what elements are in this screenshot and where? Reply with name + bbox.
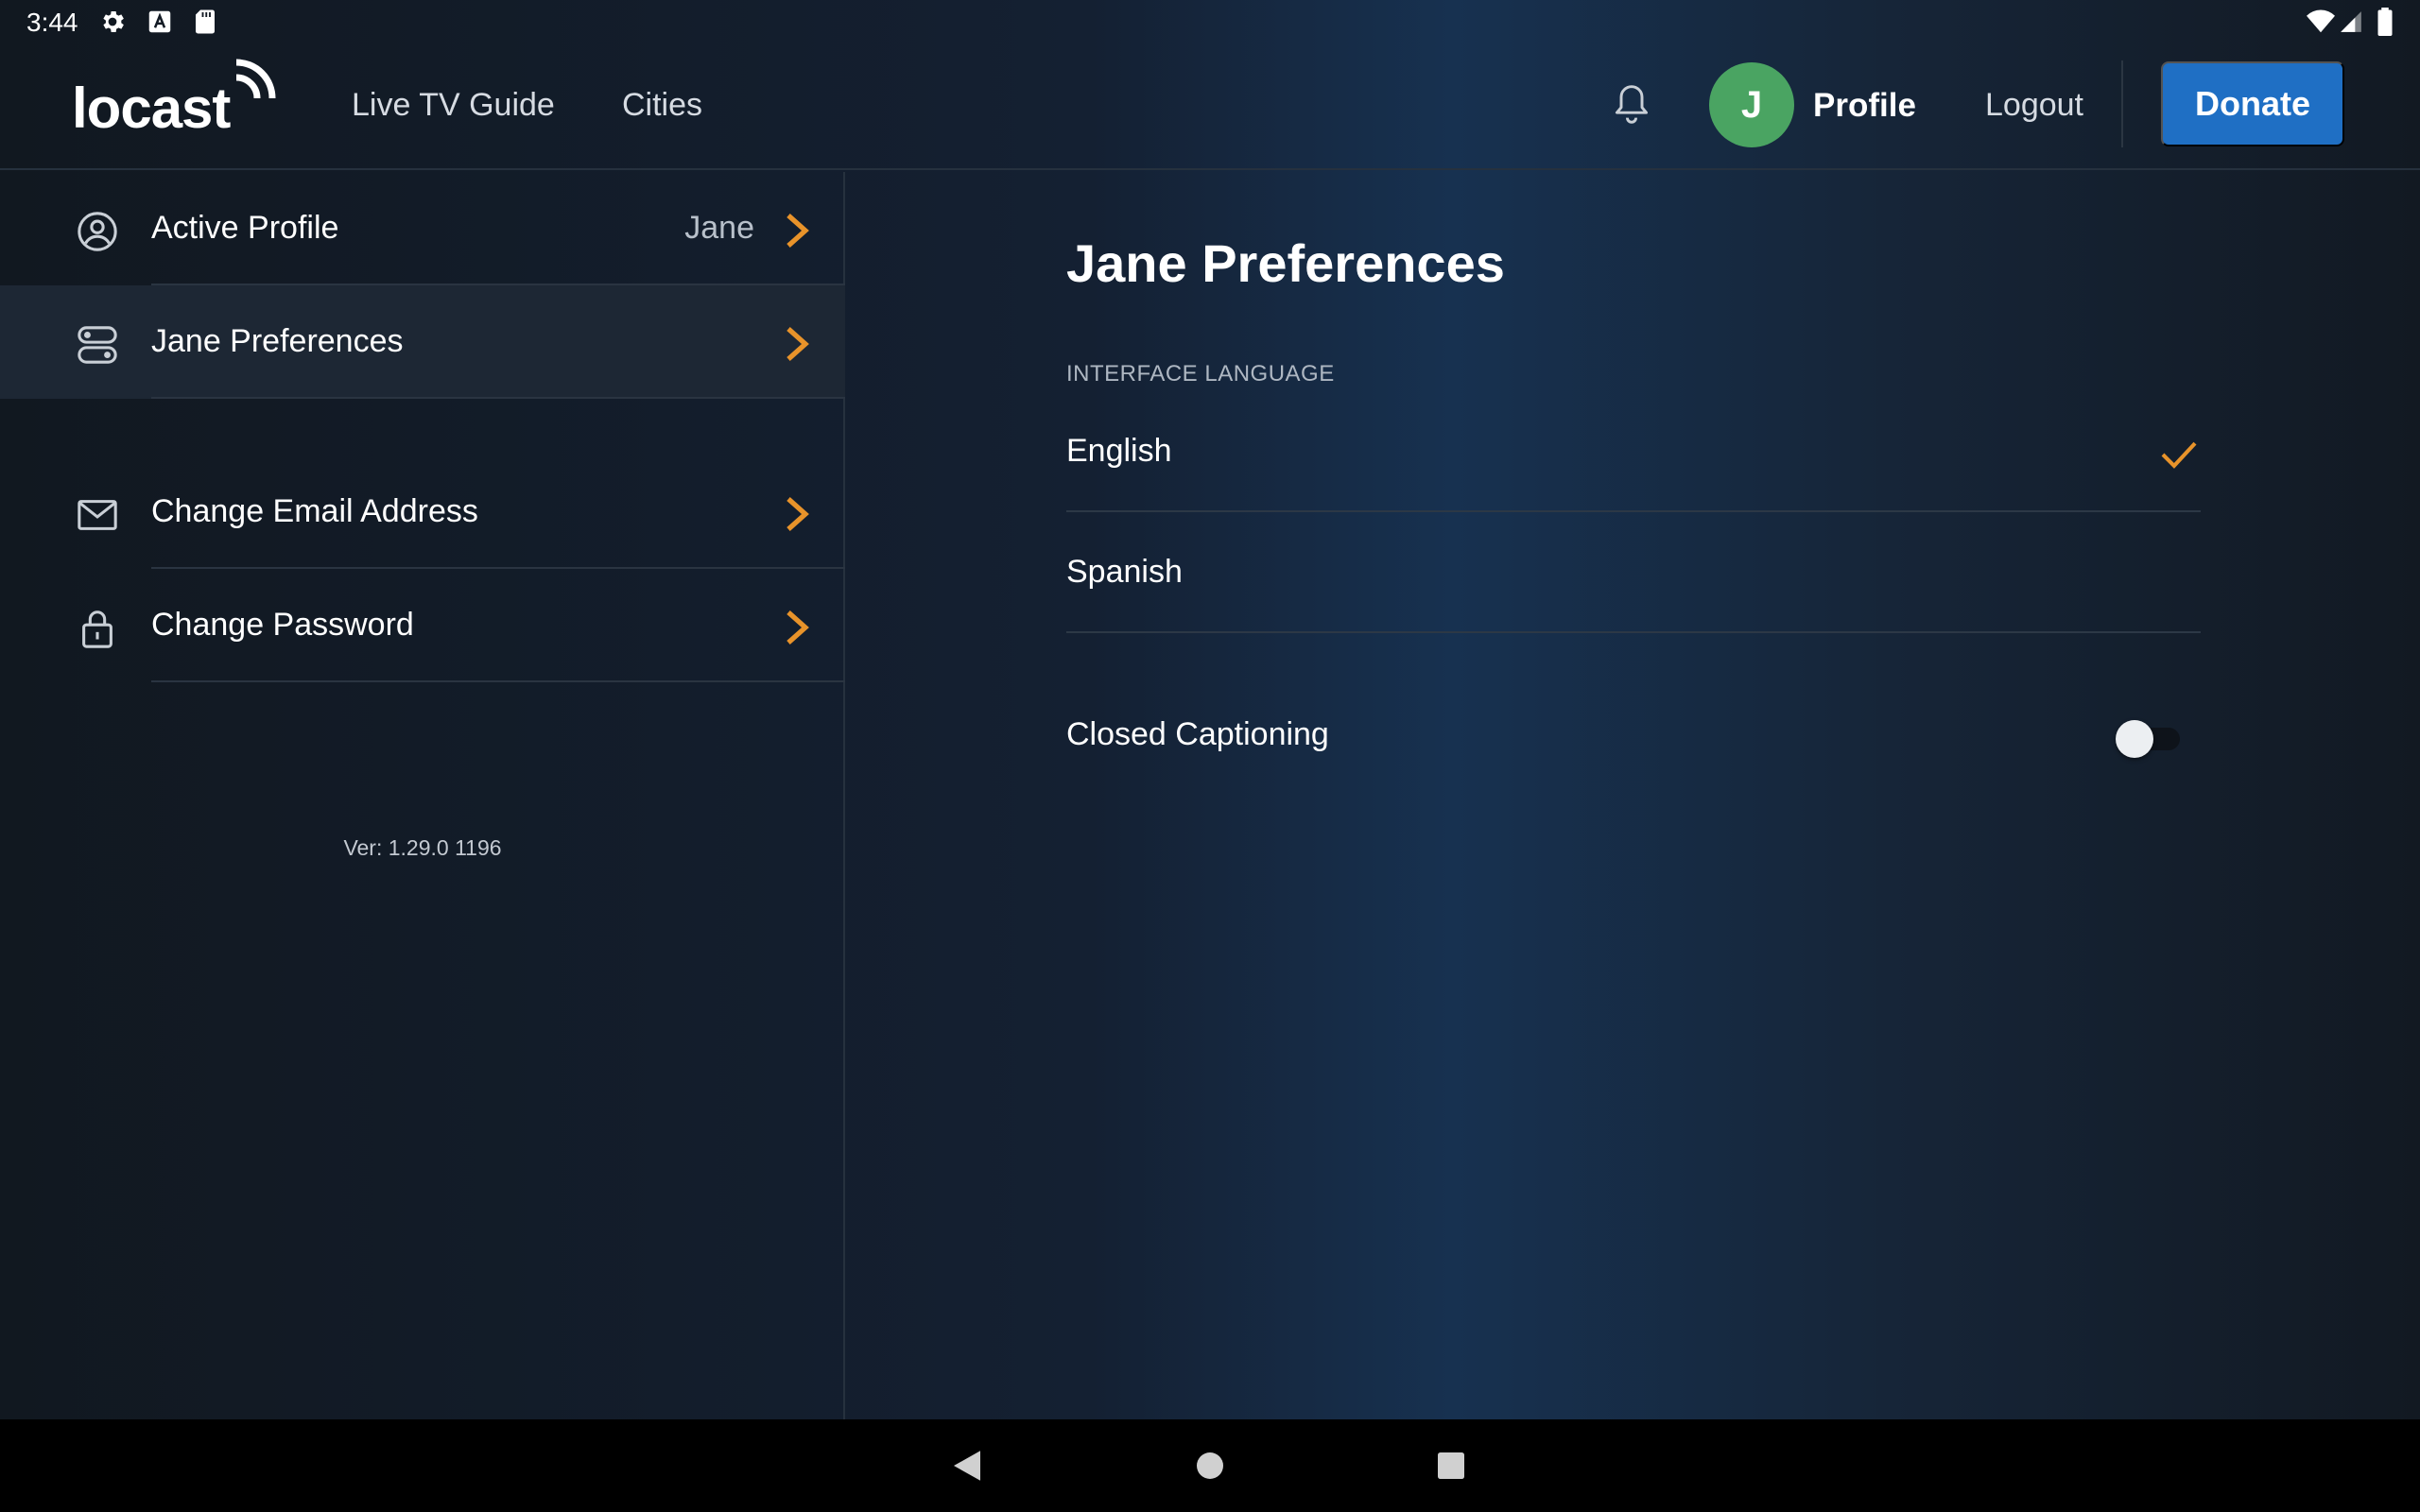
divider — [1066, 631, 2201, 633]
active-profile-value: Jane — [684, 210, 754, 246]
closed-captioning-row: Closed Captioning — [1066, 703, 2201, 779]
toggles-icon — [78, 326, 117, 364]
avatar[interactable]: J — [1709, 62, 1794, 147]
logo-text: locast — [72, 77, 231, 140]
language-option-spanish[interactable]: Spanish — [1066, 512, 2201, 633]
gear-icon — [103, 11, 124, 32]
chevron-right-icon — [786, 214, 809, 248]
envelope-icon — [78, 500, 117, 530]
language-label: Spanish — [1066, 554, 1183, 590]
nav-cities[interactable]: Cities — [622, 87, 702, 124]
back-triangle-icon[interactable] — [947, 1446, 987, 1486]
divider — [151, 397, 845, 399]
logout-link[interactable]: Logout — [1985, 87, 2083, 124]
status-time: 3:44 — [26, 8, 78, 37]
recents-square-icon[interactable] — [1431, 1446, 1471, 1486]
language-option-english[interactable]: English — [1066, 391, 2201, 512]
divider — [151, 680, 845, 682]
closed-captioning-label: Closed Captioning — [1066, 716, 1329, 752]
broadcast-signal-icon — [235, 59, 276, 99]
bell-icon[interactable] — [1611, 81, 1652, 127]
nav-live-tv-guide[interactable]: Live TV Guide — [352, 87, 555, 124]
language-label: English — [1066, 433, 1172, 469]
sidebar-item-change-password[interactable]: Change Password — [0, 569, 845, 682]
app-screen: 3:44 locast Live TV Guide Cities J Profi… — [0, 0, 2420, 1512]
home-circle-icon[interactable] — [1190, 1446, 1230, 1486]
toggle-knob — [2116, 720, 2153, 758]
sidebar-item-jane-preferences[interactable]: Jane Preferences — [0, 285, 845, 399]
closed-captioning-toggle[interactable] — [2116, 718, 2184, 758]
wifi-icon — [2307, 9, 2335, 33]
sidebar-item-label: Change Email Address — [151, 493, 478, 529]
chevron-right-icon — [786, 327, 809, 361]
page-title: Jane Preferences — [1066, 233, 1505, 293]
profile-link[interactable]: Profile — [1813, 87, 1916, 125]
top-header: locast Live TV Guide Cities J Profile Lo… — [0, 45, 2420, 170]
battery-icon — [2377, 8, 2393, 36]
sidebar-item-label: Jane Preferences — [151, 323, 404, 359]
header-divider — [2121, 60, 2123, 147]
cell-signal-icon — [2341, 11, 2361, 32]
sd-card-icon — [196, 9, 215, 34]
settings-sidebar: Active Profile Jane Jane Preferences Cha… — [0, 172, 845, 1419]
sidebar-item-active-profile[interactable]: Active Profile Jane — [0, 172, 845, 285]
version-text: Ver: 1.29.0 1196 — [343, 835, 502, 860]
chevron-right-icon — [786, 610, 809, 644]
lock-icon — [82, 610, 112, 648]
user-circle-icon — [78, 212, 117, 251]
chevron-right-icon — [786, 497, 809, 531]
sidebar-item-change-email[interactable]: Change Email Address — [0, 455, 845, 569]
avatar-initial: J — [1740, 83, 1763, 126]
section-label-interface-language: INTERFACE LANGUAGE — [1066, 361, 1335, 387]
sidebar-item-label: Active Profile — [151, 210, 339, 246]
system-nav-bar — [0, 1419, 2420, 1512]
sidebar-item-label: Change Password — [151, 607, 414, 643]
checkmark-icon — [2161, 441, 2197, 469]
status-bar: 3:44 — [0, 0, 2420, 45]
donate-button[interactable]: Donate — [2161, 61, 2344, 146]
font-a-icon — [148, 10, 171, 33]
